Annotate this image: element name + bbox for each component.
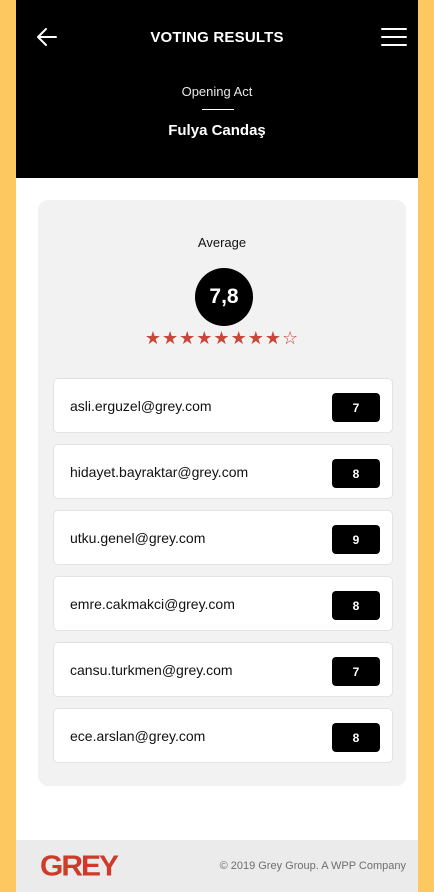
voter-email: emre.cakmakci@grey.com bbox=[70, 596, 235, 612]
voter-email: ece.arslan@grey.com bbox=[70, 728, 206, 744]
header-bar: VOTING RESULTS Opening Act Fulya Candaş bbox=[16, 0, 418, 178]
vote-item[interactable]: emre.cakmakci@grey.com 8 bbox=[53, 576, 393, 631]
average-label: Average bbox=[197, 235, 247, 250]
voter-email: hidayet.bayraktar@grey.com bbox=[70, 464, 249, 480]
star-filled-icon: ★ bbox=[179, 328, 197, 349]
star-filled-icon: ★ bbox=[213, 328, 231, 349]
star-rating: ★★★★★★★★☆ bbox=[38, 328, 406, 349]
star-filled-icon: ★ bbox=[230, 328, 248, 349]
copyright-text: © 2019 Grey Group. A WPP Company bbox=[219, 860, 406, 872]
average-score-value: 7,8 bbox=[209, 285, 239, 308]
vote-score-badge: 8 bbox=[332, 459, 380, 488]
star-filled-icon: ★ bbox=[144, 328, 162, 349]
app-screen: VOTING RESULTS Opening Act Fulya Candaş … bbox=[16, 0, 418, 892]
star-empty-icon: ☆ bbox=[281, 328, 300, 349]
star-filled-icon: ★ bbox=[247, 328, 265, 349]
header-divider bbox=[202, 109, 234, 110]
footer: GREY © 2019 Grey Group. A WPP Company bbox=[16, 840, 418, 892]
menu-button[interactable] bbox=[380, 24, 408, 50]
average-score-badge: 7,8 bbox=[195, 268, 253, 326]
vote-score-badge: 9 bbox=[332, 525, 380, 554]
vote-score-badge: 7 bbox=[332, 393, 380, 422]
voter-email: utku.genel@grey.com bbox=[70, 530, 206, 546]
hamburger-menu-icon bbox=[381, 28, 407, 46]
vote-score-badge: 7 bbox=[332, 657, 380, 686]
voter-email: cansu.turkmen@grey.com bbox=[70, 662, 233, 678]
vote-item[interactable]: utku.genel@grey.com 9 bbox=[53, 510, 393, 565]
star-filled-icon: ★ bbox=[264, 328, 282, 349]
performer-name: Fulya Candaş bbox=[168, 122, 266, 139]
page-title: VOTING RESULTS bbox=[150, 29, 284, 46]
vote-score-badge: 8 bbox=[332, 591, 380, 620]
vote-score-badge: 8 bbox=[332, 723, 380, 752]
vote-item[interactable]: cansu.turkmen@grey.com 7 bbox=[53, 642, 393, 697]
star-filled-icon: ★ bbox=[196, 328, 214, 349]
act-subtitle: Opening Act bbox=[181, 84, 253, 99]
vote-item[interactable]: hidayet.bayraktar@grey.com 8 bbox=[53, 444, 393, 499]
vote-list: asli.erguzel@grey.com 7 hidayet.bayraktar@… bbox=[53, 378, 395, 774]
results-card: Average 7,8 ★★★★★★★★☆ asli.erguzel@grey.… bbox=[38, 200, 406, 786]
vote-item[interactable]: ece.arslan@grey.com 8 bbox=[53, 708, 393, 763]
vote-item[interactable]: asli.erguzel@grey.com 7 bbox=[53, 378, 393, 433]
star-filled-icon: ★ bbox=[162, 328, 180, 349]
grey-logo: GREY bbox=[40, 850, 119, 883]
voter-email: asli.erguzel@grey.com bbox=[70, 398, 212, 414]
